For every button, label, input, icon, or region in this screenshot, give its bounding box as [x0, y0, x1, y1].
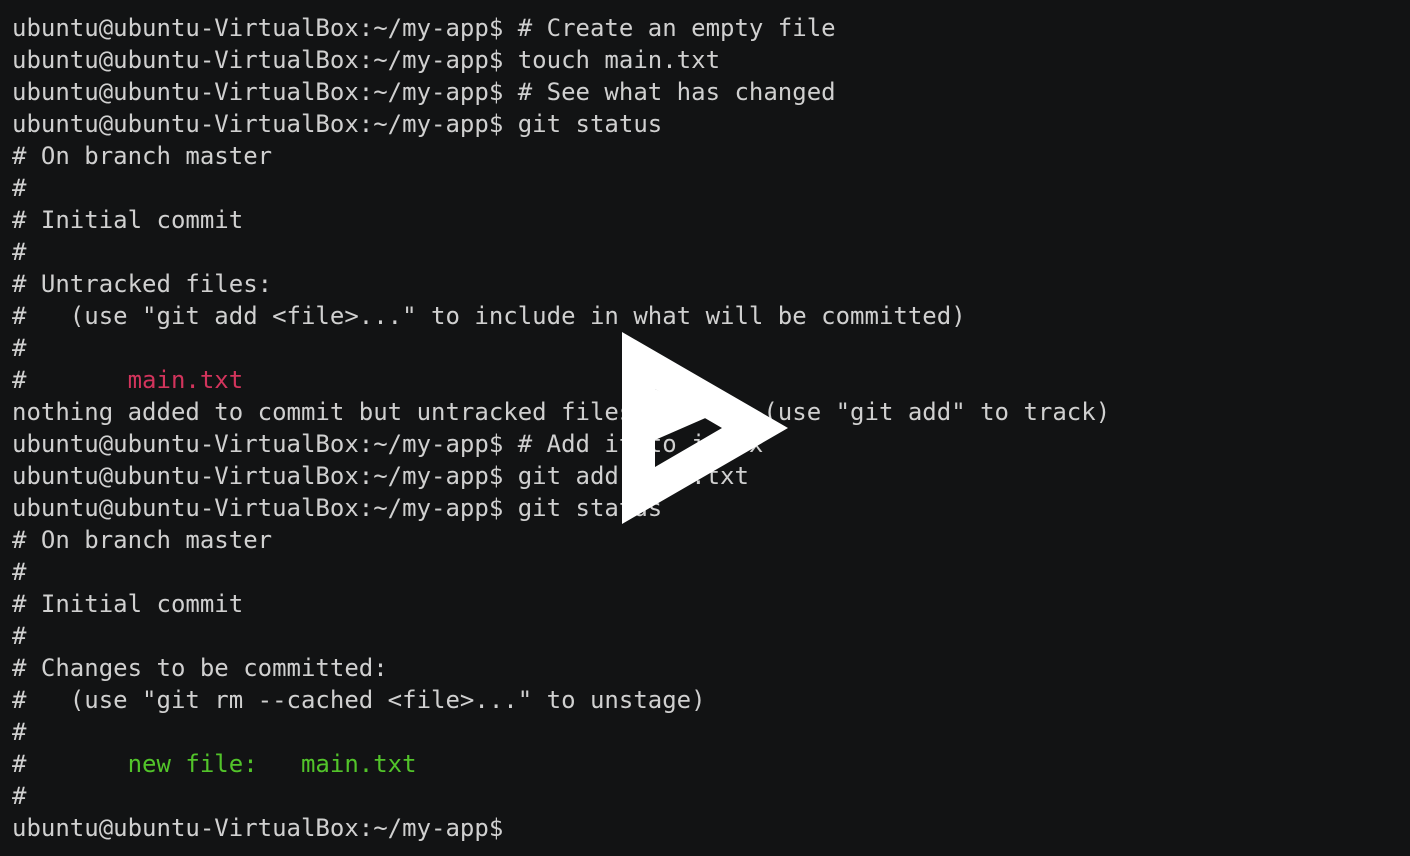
terminal-line: # Changes to be committed: — [12, 652, 1410, 684]
terminal-text: # — [12, 558, 27, 586]
terminal-text: # Untracked files: — [12, 270, 273, 298]
terminal-line: # — [12, 620, 1410, 652]
terminal-text: # Initial commit — [12, 206, 244, 234]
terminal-text: # — [12, 622, 27, 650]
terminal-window[interactable]: ubuntu@ubuntu-VirtualBox:~/my-app$ # Cre… — [0, 0, 1410, 856]
terminal-line: # — [12, 556, 1410, 588]
terminal-line: # Initial commit — [12, 588, 1410, 620]
terminal-line: # Untracked files: — [12, 268, 1410, 300]
terminal-text: ubuntu@ubuntu-VirtualBox:~/my-app$ git s… — [12, 494, 663, 522]
asciinema-play-icon[interactable] — [622, 332, 790, 524]
terminal-text: ubuntu@ubuntu-VirtualBox:~/my-app$ — [12, 814, 518, 842]
terminal-line: # (use "git add <file>..." to include in… — [12, 300, 1410, 332]
terminal-line: ubuntu@ubuntu-VirtualBox:~/my-app$ # See… — [12, 76, 1410, 108]
terminal-line: ubuntu@ubuntu-VirtualBox:~/my-app$ touch… — [12, 44, 1410, 76]
terminal-line: # — [12, 780, 1410, 812]
terminal-line: # On branch master — [12, 524, 1410, 556]
terminal-text: ubuntu@ubuntu-VirtualBox:~/my-app$ # Cre… — [12, 14, 836, 42]
highlighted-text: new file: main.txt — [127, 750, 417, 778]
terminal-text: # (use "git add <file>..." to include in… — [12, 302, 966, 330]
terminal-text: # Initial commit — [12, 590, 244, 618]
terminal-text: # — [12, 782, 27, 810]
terminal-line: # — [12, 716, 1410, 748]
terminal-text: # — [12, 334, 27, 362]
terminal-line: ubuntu@ubuntu-VirtualBox:~/my-app$ — [12, 812, 1410, 844]
terminal-text: ubuntu@ubuntu-VirtualBox:~/my-app$ touch… — [12, 46, 721, 74]
terminal-line: # Initial commit — [12, 204, 1410, 236]
terminal-text: # (use "git rm --cached <file>..." to un… — [12, 686, 706, 714]
terminal-text: nothing added to commit but untracked fi… — [12, 398, 1111, 426]
terminal-line: # On branch master — [12, 140, 1410, 172]
terminal-line: # (use "git rm --cached <file>..." to un… — [12, 684, 1410, 716]
terminal-line: # — [12, 172, 1410, 204]
terminal-text: # Changes to be committed: — [12, 654, 388, 682]
highlighted-text: main.txt — [127, 366, 244, 394]
terminal-text: # — [12, 718, 27, 746]
terminal-text: # — [12, 750, 128, 778]
terminal-text: ubuntu@ubuntu-VirtualBox:~/my-app$ # See… — [12, 78, 836, 106]
terminal-text: ubuntu@ubuntu-VirtualBox:~/my-app$ git s… — [12, 110, 663, 138]
terminal-text: # — [12, 366, 128, 394]
terminal-line: # — [12, 236, 1410, 268]
terminal-line: ubuntu@ubuntu-VirtualBox:~/my-app$ # Cre… — [12, 12, 1410, 44]
terminal-text: # — [12, 174, 27, 202]
terminal-text: # On branch master — [12, 526, 273, 554]
terminal-line: ubuntu@ubuntu-VirtualBox:~/my-app$ git s… — [12, 108, 1410, 140]
terminal-text: # On branch master — [12, 142, 273, 170]
terminal-line: # new file: main.txt — [12, 748, 1410, 780]
terminal-text: # — [12, 238, 27, 266]
